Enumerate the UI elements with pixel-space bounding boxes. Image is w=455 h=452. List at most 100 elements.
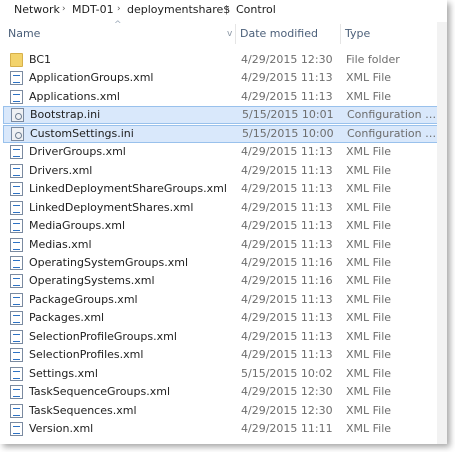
file-row[interactable]: SelectionProfiles.xml 4/29/2015 11:13 XML … bbox=[0, 346, 447, 364]
xml-file-icon bbox=[10, 404, 23, 418]
file-date-modified: 4/29/2015 11:13 bbox=[241, 219, 333, 232]
xml-file-icon bbox=[10, 238, 23, 252]
file-type: File folder bbox=[346, 53, 400, 66]
file-date-modified: 4/29/2015 12:30 bbox=[241, 404, 333, 417]
file-row[interactable]: Settings.xml 5/15/2015 10:02 XML File bbox=[0, 365, 447, 383]
file-row[interactable]: TaskSequenceGroups.xml 4/29/2015 12:30 XML… bbox=[0, 383, 447, 401]
file-row[interactable]: Packages.xml 4/29/2015 11:13 XML File bbox=[0, 309, 447, 327]
file-type: XML File bbox=[346, 422, 392, 435]
file-type: XML File bbox=[346, 274, 392, 287]
file-type: XML File bbox=[346, 385, 392, 398]
file-date-modified: 5/15/2015 10:02 bbox=[241, 367, 333, 380]
file-row[interactable]: LinkedDeploymentShareGroups.xml 4/29/2015… bbox=[0, 180, 447, 198]
column-header-type[interactable]: Type bbox=[345, 27, 370, 40]
file-name: TaskSequenceGroups.xml bbox=[29, 385, 170, 398]
file-type: XML File bbox=[346, 348, 392, 361]
file-name: Settings.xml bbox=[29, 367, 98, 380]
column-divider[interactable] bbox=[235, 24, 236, 44]
file-name: CustomSettings.ini bbox=[30, 127, 134, 140]
breadcrumb-item-control[interactable]: Control bbox=[236, 3, 276, 16]
breadcrumb: Network › MDT-01 › deploymentshare$ › Co… bbox=[0, 0, 447, 20]
file-row[interactable]: LinkedDeploymentShares.xml 4/29/2015 11:1… bbox=[0, 199, 447, 217]
file-type: XML File bbox=[346, 238, 392, 251]
file-type: XML File bbox=[346, 367, 392, 380]
file-date-modified: 5/15/2015 10:01 bbox=[242, 108, 334, 121]
file-row[interactable]: PackageGroups.xml 4/29/2015 11:13 XML File bbox=[0, 291, 447, 309]
file-name: Bootstrap.ini bbox=[30, 108, 101, 121]
file-date-modified: 4/29/2015 11:13 bbox=[241, 182, 333, 195]
xml-file-icon bbox=[10, 256, 23, 270]
column-headers: ^ Name v Date modified Type bbox=[0, 20, 447, 46]
file-name: MediaGroups.xml bbox=[29, 219, 126, 232]
file-date-modified: 4/29/2015 11:13 bbox=[241, 164, 333, 177]
file-row[interactable]: ApplicationGroups.xml 4/29/2015 11:13 XML … bbox=[0, 69, 447, 87]
file-name: LinkedDeploymentShareGroups.xml bbox=[29, 182, 227, 195]
file-name: LinkedDeploymentShares.xml bbox=[29, 201, 194, 214]
xml-file-icon bbox=[10, 422, 23, 436]
xml-file-icon bbox=[10, 330, 23, 344]
file-row[interactable]: Bootstrap.ini 5/15/2015 10:01 Configuratio… bbox=[3, 106, 444, 124]
file-type: XML File bbox=[346, 145, 392, 158]
file-date-modified: 4/29/2015 11:16 bbox=[241, 256, 333, 269]
breadcrumb-item-deploymentshare[interactable]: deploymentshare$ bbox=[127, 3, 230, 16]
xml-file-icon bbox=[10, 348, 23, 362]
file-date-modified: 4/29/2015 11:13 bbox=[241, 311, 333, 324]
column-header-name-dropdown-icon[interactable]: v bbox=[227, 29, 232, 39]
file-name: Drivers.xml bbox=[29, 164, 93, 177]
file-name: Packages.xml bbox=[29, 311, 105, 324]
file-row[interactable]: Medias.xml 4/29/2015 11:13 XML File bbox=[0, 236, 447, 254]
file-date-modified: 4/29/2015 11:13 bbox=[241, 293, 333, 306]
file-row[interactable]: OperatingSystemGroups.xml 4/29/2015 11:16… bbox=[0, 254, 447, 272]
file-name: TaskSequences.xml bbox=[29, 404, 137, 417]
column-header-name[interactable]: Name bbox=[8, 27, 40, 40]
file-name: OperatingSystemGroups.xml bbox=[29, 256, 189, 269]
file-row[interactable]: Drivers.xml 4/29/2015 11:13 XML File bbox=[0, 162, 447, 180]
file-type: XML File bbox=[346, 404, 392, 417]
file-date-modified: 5/15/2015 10:00 bbox=[242, 127, 334, 140]
breadcrumb-chevron-icon[interactable]: › bbox=[117, 4, 121, 14]
file-row[interactable]: BC1 4/29/2015 12:30 File folder bbox=[0, 51, 447, 69]
file-type: XML File bbox=[346, 293, 392, 306]
file-name: DriverGroups.xml bbox=[29, 145, 126, 158]
file-explorer-window: Network › MDT-01 › deploymentshare$ › Co… bbox=[0, 0, 447, 444]
vertical-scrollbar[interactable] bbox=[437, 22, 447, 444]
folder-icon bbox=[10, 53, 23, 67]
xml-file-icon bbox=[10, 201, 23, 215]
file-date-modified: 4/29/2015 11:16 bbox=[241, 274, 333, 287]
file-date-modified: 4/29/2015 11:13 bbox=[241, 330, 333, 343]
column-header-date-modified[interactable]: Date modified bbox=[240, 27, 318, 40]
file-row[interactable]: SelectionProfileGroups.xml 4/29/2015 11:1… bbox=[0, 328, 447, 346]
file-name: ApplicationGroups.xml bbox=[29, 71, 154, 84]
file-date-modified: 4/29/2015 12:30 bbox=[241, 53, 333, 66]
sort-ascending-icon: ^ bbox=[114, 20, 122, 30]
file-date-modified: 4/29/2015 11:13 bbox=[241, 238, 333, 251]
file-row[interactable]: DriverGroups.xml 4/29/2015 11:13 XML File bbox=[0, 143, 447, 161]
file-row[interactable]: CustomSettings.ini 5/15/2015 10:00 Configu… bbox=[3, 125, 444, 143]
file-type: XML File bbox=[346, 182, 392, 195]
file-type: XML File bbox=[346, 256, 392, 269]
file-row[interactable]: MediaGroups.xml 4/29/2015 11:13 XML File bbox=[0, 217, 447, 235]
file-row[interactable]: Version.xml 4/29/2015 11:11 XML File bbox=[0, 420, 447, 438]
file-type: XML File bbox=[346, 219, 392, 232]
file-date-modified: 4/29/2015 11:13 bbox=[241, 71, 333, 84]
xml-file-icon bbox=[10, 385, 23, 399]
breadcrumb-item-network[interactable]: Network bbox=[14, 3, 60, 16]
breadcrumb-chevron-icon[interactable]: › bbox=[62, 4, 66, 14]
breadcrumb-chevron-icon[interactable]: › bbox=[226, 4, 230, 14]
file-type: XML File bbox=[346, 71, 392, 84]
file-name: SelectionProfileGroups.xml bbox=[29, 330, 177, 343]
column-divider[interactable] bbox=[340, 24, 341, 44]
file-row[interactable]: OperatingSystems.xml 4/29/2015 11:16 XML F… bbox=[0, 272, 447, 290]
file-date-modified: 4/29/2015 12:30 bbox=[241, 385, 333, 398]
file-row[interactable]: TaskSequences.xml 4/29/2015 12:30 XML File bbox=[0, 402, 447, 420]
breadcrumb-item-mdt-01[interactable]: MDT-01 bbox=[72, 3, 114, 16]
xml-file-icon bbox=[10, 367, 23, 381]
file-type: Configuration sett... bbox=[347, 108, 441, 121]
file-type: Configuration sett... bbox=[347, 127, 441, 140]
file-type: XML File bbox=[346, 90, 392, 103]
file-type: XML File bbox=[346, 330, 392, 343]
file-row[interactable]: Applications.xml 4/29/2015 11:13 XML File bbox=[0, 88, 447, 106]
xml-file-icon bbox=[10, 71, 23, 85]
file-date-modified: 4/29/2015 11:13 bbox=[241, 201, 333, 214]
file-name: Applications.xml bbox=[29, 90, 120, 103]
